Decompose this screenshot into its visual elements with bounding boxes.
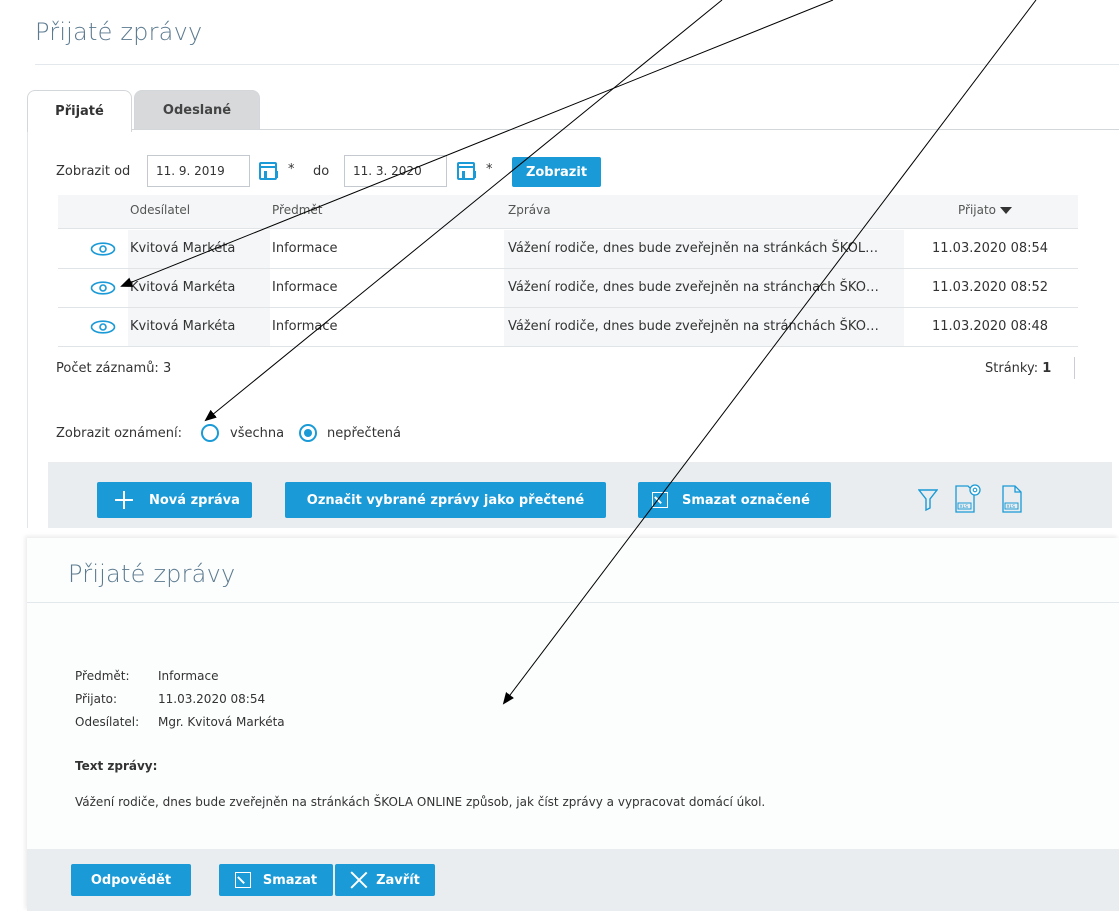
new-message-button[interactable]: Nová zpráva [97, 482, 252, 518]
delete-marked-button[interactable]: Smazat označené [638, 482, 831, 518]
radio-unread[interactable] [299, 424, 317, 442]
date-from-label: Zobrazit od [56, 164, 131, 179]
delete-icon [652, 492, 668, 508]
calendar-icon[interactable] [457, 162, 476, 180]
date-to-input[interactable]: 11. 3. 2020 [344, 155, 447, 187]
required-asterisk: * [288, 162, 295, 177]
show-button[interactable]: Zobrazit [512, 157, 601, 187]
date-from-input[interactable]: 11. 9. 2019 [147, 155, 250, 187]
column-header-received-label: Přijato [958, 203, 997, 217]
tab-content-border [27, 129, 1119, 130]
field-value-received: 11.03.2020 08:54 [158, 692, 266, 706]
tab-sent[interactable]: Odeslané [134, 90, 260, 130]
message-detail-panel: Přijaté zprávy Předmět: Informace Přijat… [27, 538, 1119, 911]
delete-marked-label: Smazat označené [682, 492, 810, 508]
table-row[interactable]: Kvitová Markéta Informace Vážení rodiče,… [58, 230, 1078, 269]
title-divider [35, 64, 1119, 65]
cell-subject: Informace [272, 241, 338, 256]
cell-received: 11.03.2020 08:48 [932, 319, 1049, 334]
column-header-received[interactable]: Přijato [958, 195, 1013, 229]
page-title: Přijaté zprávy [35, 18, 203, 46]
xls-settings-icon[interactable]: XLS [952, 482, 982, 514]
tab-received[interactable]: Přijaté [27, 90, 132, 132]
pagination-divider [1074, 357, 1075, 379]
cell-subject: Informace [272, 319, 338, 334]
tab-content-left-border [27, 129, 28, 528]
sort-desc-icon [1000, 207, 1013, 214]
close-label: Zavřít [376, 872, 420, 888]
eye-icon[interactable] [90, 281, 116, 295]
delete-label: Smazat [262, 872, 318, 888]
field-value-subject: Informace [158, 669, 219, 683]
radio-all[interactable] [201, 424, 219, 442]
eye-icon[interactable] [90, 320, 116, 334]
cell-message: Vážení rodiče, dnes bude zveřejněn na st… [504, 230, 904, 268]
record-count: Počet záznamů: 3 [56, 361, 172, 376]
cell-subject: Informace [272, 280, 338, 295]
field-value-sender: Mgr. Kvitová Markéta [158, 715, 285, 729]
eye-icon[interactable] [90, 242, 116, 256]
detail-title-divider [27, 602, 1119, 603]
date-to-label: do [313, 164, 330, 179]
cell-sender: Kvitová Markéta [128, 308, 270, 346]
cell-received: 11.03.2020 08:54 [932, 241, 1049, 256]
column-header-message[interactable]: Zpráva [508, 195, 551, 229]
filter-icon[interactable] [918, 489, 938, 511]
svg-text:XLS: XLS [960, 504, 969, 510]
cell-message: Vážení rodiče, dnes bude zveřejněn na st… [504, 308, 904, 346]
message-text: Vážení rodiče, dnes bude zveřejněn na st… [75, 795, 766, 809]
cell-received: 11.03.2020 08:52 [932, 280, 1049, 295]
xls-export-icon[interactable]: XLS [1000, 484, 1026, 514]
field-label-sender: Odesílatel: [75, 715, 140, 729]
pages-label: Stránky: [985, 361, 1039, 376]
page-number[interactable]: 1 [1042, 361, 1051, 376]
new-message-label: Nová zpráva [149, 492, 240, 508]
column-header-subject[interactable]: Předmět [272, 195, 322, 229]
cell-message: Vážení rodiče, dnes bude zveřejněn na st… [504, 269, 904, 307]
reply-button[interactable]: Odpovědět [71, 864, 191, 896]
close-icon [350, 871, 368, 889]
message-text-heading: Text zprávy: [75, 759, 158, 773]
message-list-panel: Přijaté zprávy Přijaté Odeslané Zobrazit… [0, 0, 1119, 528]
cell-sender: Kvitová Markéta [128, 230, 270, 268]
required-asterisk: * [486, 162, 493, 177]
close-button[interactable]: Zavřít [335, 864, 435, 896]
column-header-sender[interactable]: Odesílatel [130, 195, 190, 229]
table-header: Odesílatel Předmět Zpráva Přijato [58, 195, 1078, 229]
delete-button[interactable]: Smazat [219, 864, 333, 896]
pagination: Stránky: 1 [985, 361, 1051, 376]
table-row[interactable]: Kvitová Markéta Informace Vážení rodiče,… [58, 308, 1078, 347]
table-row[interactable]: Kvitová Markéta Informace Vážení rodiče,… [58, 269, 1078, 308]
plus-icon [115, 491, 133, 509]
radio-all-label[interactable]: všechna [230, 426, 284, 441]
cell-sender: Kvitová Markéta [128, 269, 270, 307]
detail-page-title: Přijaté zprávy [68, 560, 236, 588]
field-label-received: Přijato: [75, 692, 118, 706]
notice-filter-label: Zobrazit oznámení: [56, 426, 182, 441]
mark-read-button[interactable]: Označit vybrané zprávy jako přečtené [285, 482, 606, 518]
calendar-icon[interactable] [259, 162, 278, 180]
svg-text:XLS: XLS [1007, 504, 1016, 510]
field-label-subject: Předmět: [75, 669, 130, 683]
delete-icon [234, 872, 251, 888]
radio-unread-label[interactable]: nepřečtená [327, 426, 401, 441]
